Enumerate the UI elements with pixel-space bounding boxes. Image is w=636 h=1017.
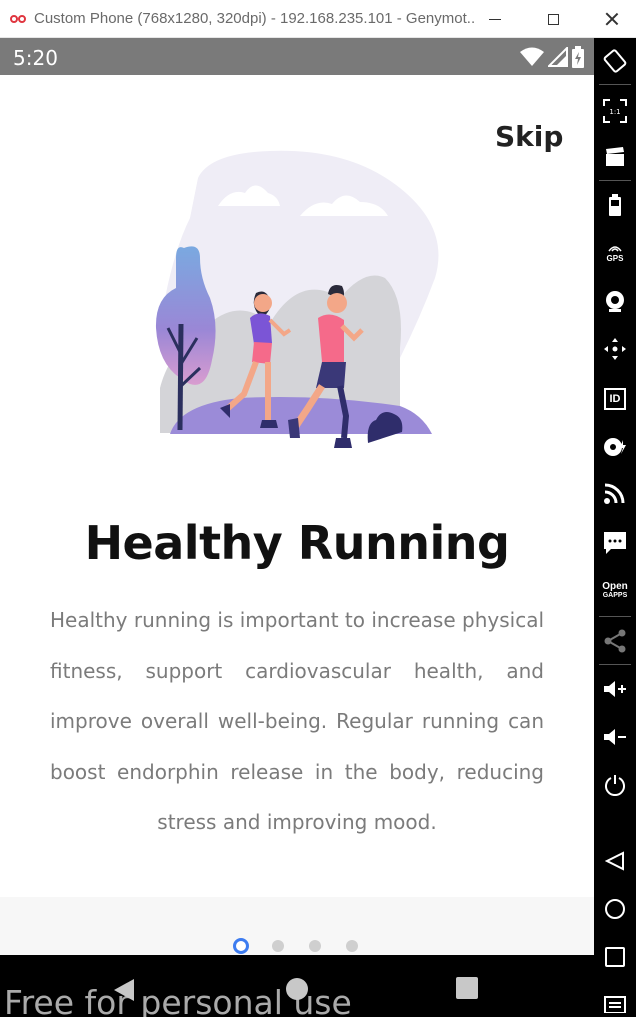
camera-icon — [606, 291, 624, 312]
share-button[interactable] — [594, 626, 636, 656]
page-indicator — [0, 938, 594, 954]
volume-up-button[interactable] — [594, 674, 636, 704]
capture-icon — [606, 147, 624, 166]
page-dot-4[interactable] — [346, 940, 358, 952]
volume-down-icon — [604, 729, 626, 745]
volume-up-icon — [604, 681, 626, 697]
skip-button[interactable]: Skip — [495, 120, 563, 153]
id-label: ID — [609, 393, 621, 405]
genymotion-toolbar: 1:1 GPS ID Open GAPPS — [594, 38, 636, 1017]
wifi-icon — [520, 47, 544, 66]
battery-icon — [609, 194, 621, 216]
menu-button[interactable] — [594, 990, 636, 1016]
move-icon — [604, 338, 626, 360]
phone-screen: 5:20 Skip Healthy Running Healthy runnin… — [0, 38, 594, 1017]
network-button[interactable] — [594, 478, 636, 508]
maximize-icon — [547, 13, 559, 25]
gapps-label: GAPPS — [602, 592, 628, 599]
page-dot-3[interactable] — [309, 940, 321, 952]
fullscreen-icon: 1:1 — [603, 99, 627, 123]
power-button[interactable] — [594, 770, 636, 800]
window-title: Custom Phone (768x1280, 320dpi) - 192.16… — [34, 10, 474, 27]
media-button[interactable] — [594, 432, 636, 462]
home-icon — [605, 899, 625, 919]
network-icon — [604, 483, 625, 504]
nav-recents-icon[interactable] — [456, 977, 478, 999]
status-time: 5:20 — [13, 46, 58, 70]
fullscreen-button[interactable]: 1:1 — [594, 96, 636, 126]
share-icon — [604, 629, 626, 653]
window-titlebar: Custom Phone (768x1280, 320dpi) - 192.16… — [0, 0, 636, 38]
open-label: Open — [602, 581, 628, 592]
minimize-button[interactable] — [472, 0, 518, 38]
emulator-window: Custom Phone (768x1280, 320dpi) - 192.16… — [0, 0, 636, 1017]
camera-button[interactable] — [594, 286, 636, 316]
minimize-icon — [489, 18, 501, 20]
sms-icon — [604, 532, 626, 554]
genymotion-logo — [10, 13, 28, 25]
back-button[interactable] — [594, 846, 636, 876]
status-bar: 5:20 — [0, 38, 594, 75]
opengapps-icon: Open GAPPS — [602, 582, 628, 600]
volume-down-button[interactable] — [594, 722, 636, 752]
back-icon — [605, 851, 624, 871]
power-icon — [605, 775, 625, 796]
opengapps-button[interactable]: Open GAPPS — [594, 576, 636, 606]
battery-status-icon — [572, 46, 584, 68]
battery-button[interactable] — [594, 190, 636, 220]
gps-label: GPS — [606, 253, 624, 263]
sms-button[interactable] — [594, 528, 636, 558]
close-button[interactable] — [589, 0, 635, 38]
svg-text:1:1: 1:1 — [609, 108, 620, 116]
gps-button[interactable]: GPS — [594, 238, 636, 268]
recents-button[interactable] — [594, 942, 636, 972]
recents-icon — [605, 947, 625, 967]
rotate-icon — [603, 49, 627, 73]
close-icon — [605, 12, 619, 26]
menu-icon — [604, 996, 626, 1013]
maximize-button[interactable] — [530, 0, 576, 38]
identifiers-button[interactable]: ID — [594, 384, 636, 414]
capture-button[interactable] — [594, 142, 636, 172]
gps-icon: GPS — [606, 244, 624, 263]
page-dot-1[interactable] — [233, 938, 249, 954]
identifiers-icon: ID — [604, 388, 626, 410]
onboarding-description: Healthy running is important to increase… — [50, 608, 544, 834]
running-illustration — [155, 150, 439, 448]
home-button[interactable] — [594, 894, 636, 924]
signal-icon — [548, 47, 568, 67]
move-button[interactable] — [594, 334, 636, 364]
onboarding-title: Healthy Running — [84, 516, 510, 570]
watermark-text: Free for personal use — [4, 983, 352, 1017]
rotate-button[interactable] — [594, 46, 636, 76]
page-dot-2[interactable] — [272, 940, 284, 952]
media-icon — [604, 438, 626, 456]
